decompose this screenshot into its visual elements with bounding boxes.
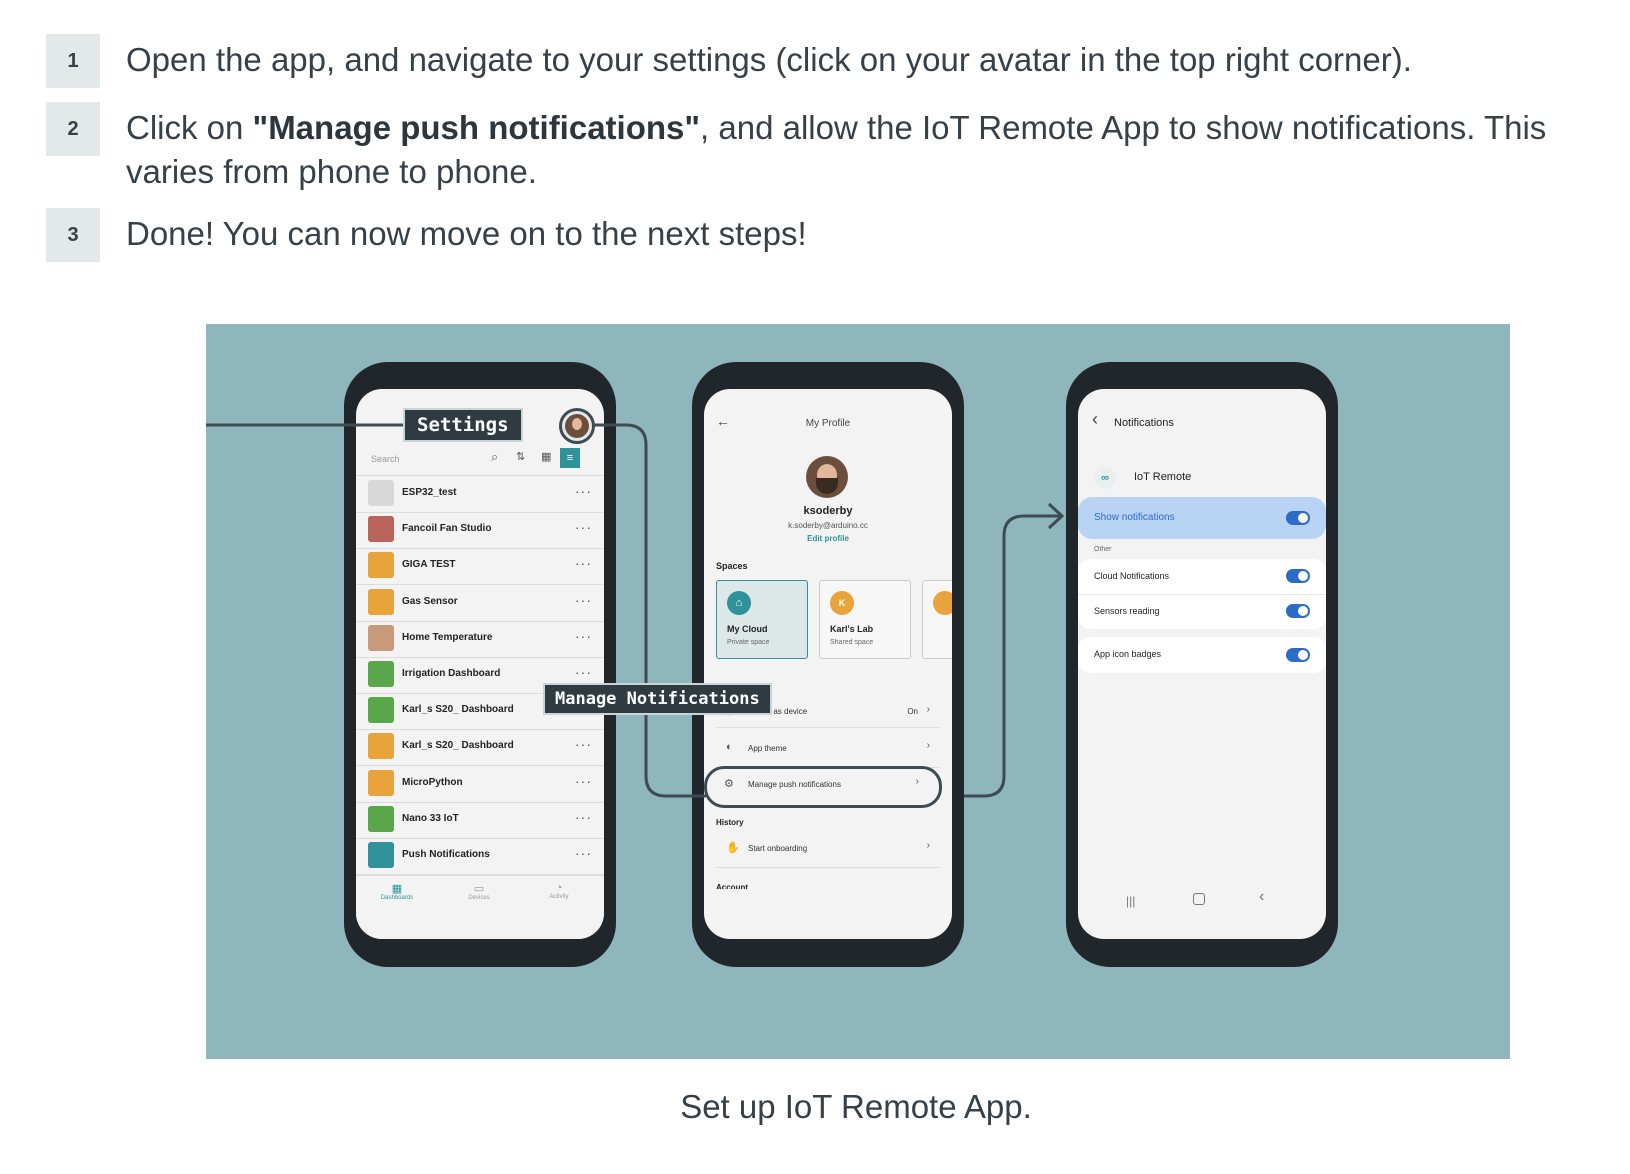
step-text: Open the app, and navigate to your setti… (126, 41, 1412, 78)
step-3: 3 Done! You can now move on to the next … (46, 208, 1606, 262)
setup-figure: Search ⌕ ⇅ ▦ ≡ ESP32_test ··· Fancoil Fan … (206, 324, 1510, 1059)
connector-lines (206, 423, 1065, 798)
step-text-before: Click on (126, 109, 253, 146)
figure-caption: Set up IoT Remote App. (680, 1088, 1032, 1125)
step-number: 3 (46, 208, 100, 262)
steps-list: 1 Open the app, and navigate to your set… (46, 34, 1606, 276)
step-number: 1 (46, 34, 100, 88)
step-text: Click on "Manage push notifications", an… (126, 106, 1606, 194)
step-number: 2 (46, 102, 100, 156)
step-1: 1 Open the app, and navigate to your set… (46, 34, 1606, 88)
step-text-bold: "Manage push notifications" (252, 109, 701, 146)
step-text: Done! You can now move on to the next st… (126, 215, 807, 252)
settings-avatar[interactable] (559, 408, 595, 444)
manage-notifications-callout: Manage Notifications (543, 683, 772, 715)
settings-callout: Settings (403, 408, 523, 442)
step-2: 2 Click on "Manage push notifications", … (46, 102, 1606, 194)
